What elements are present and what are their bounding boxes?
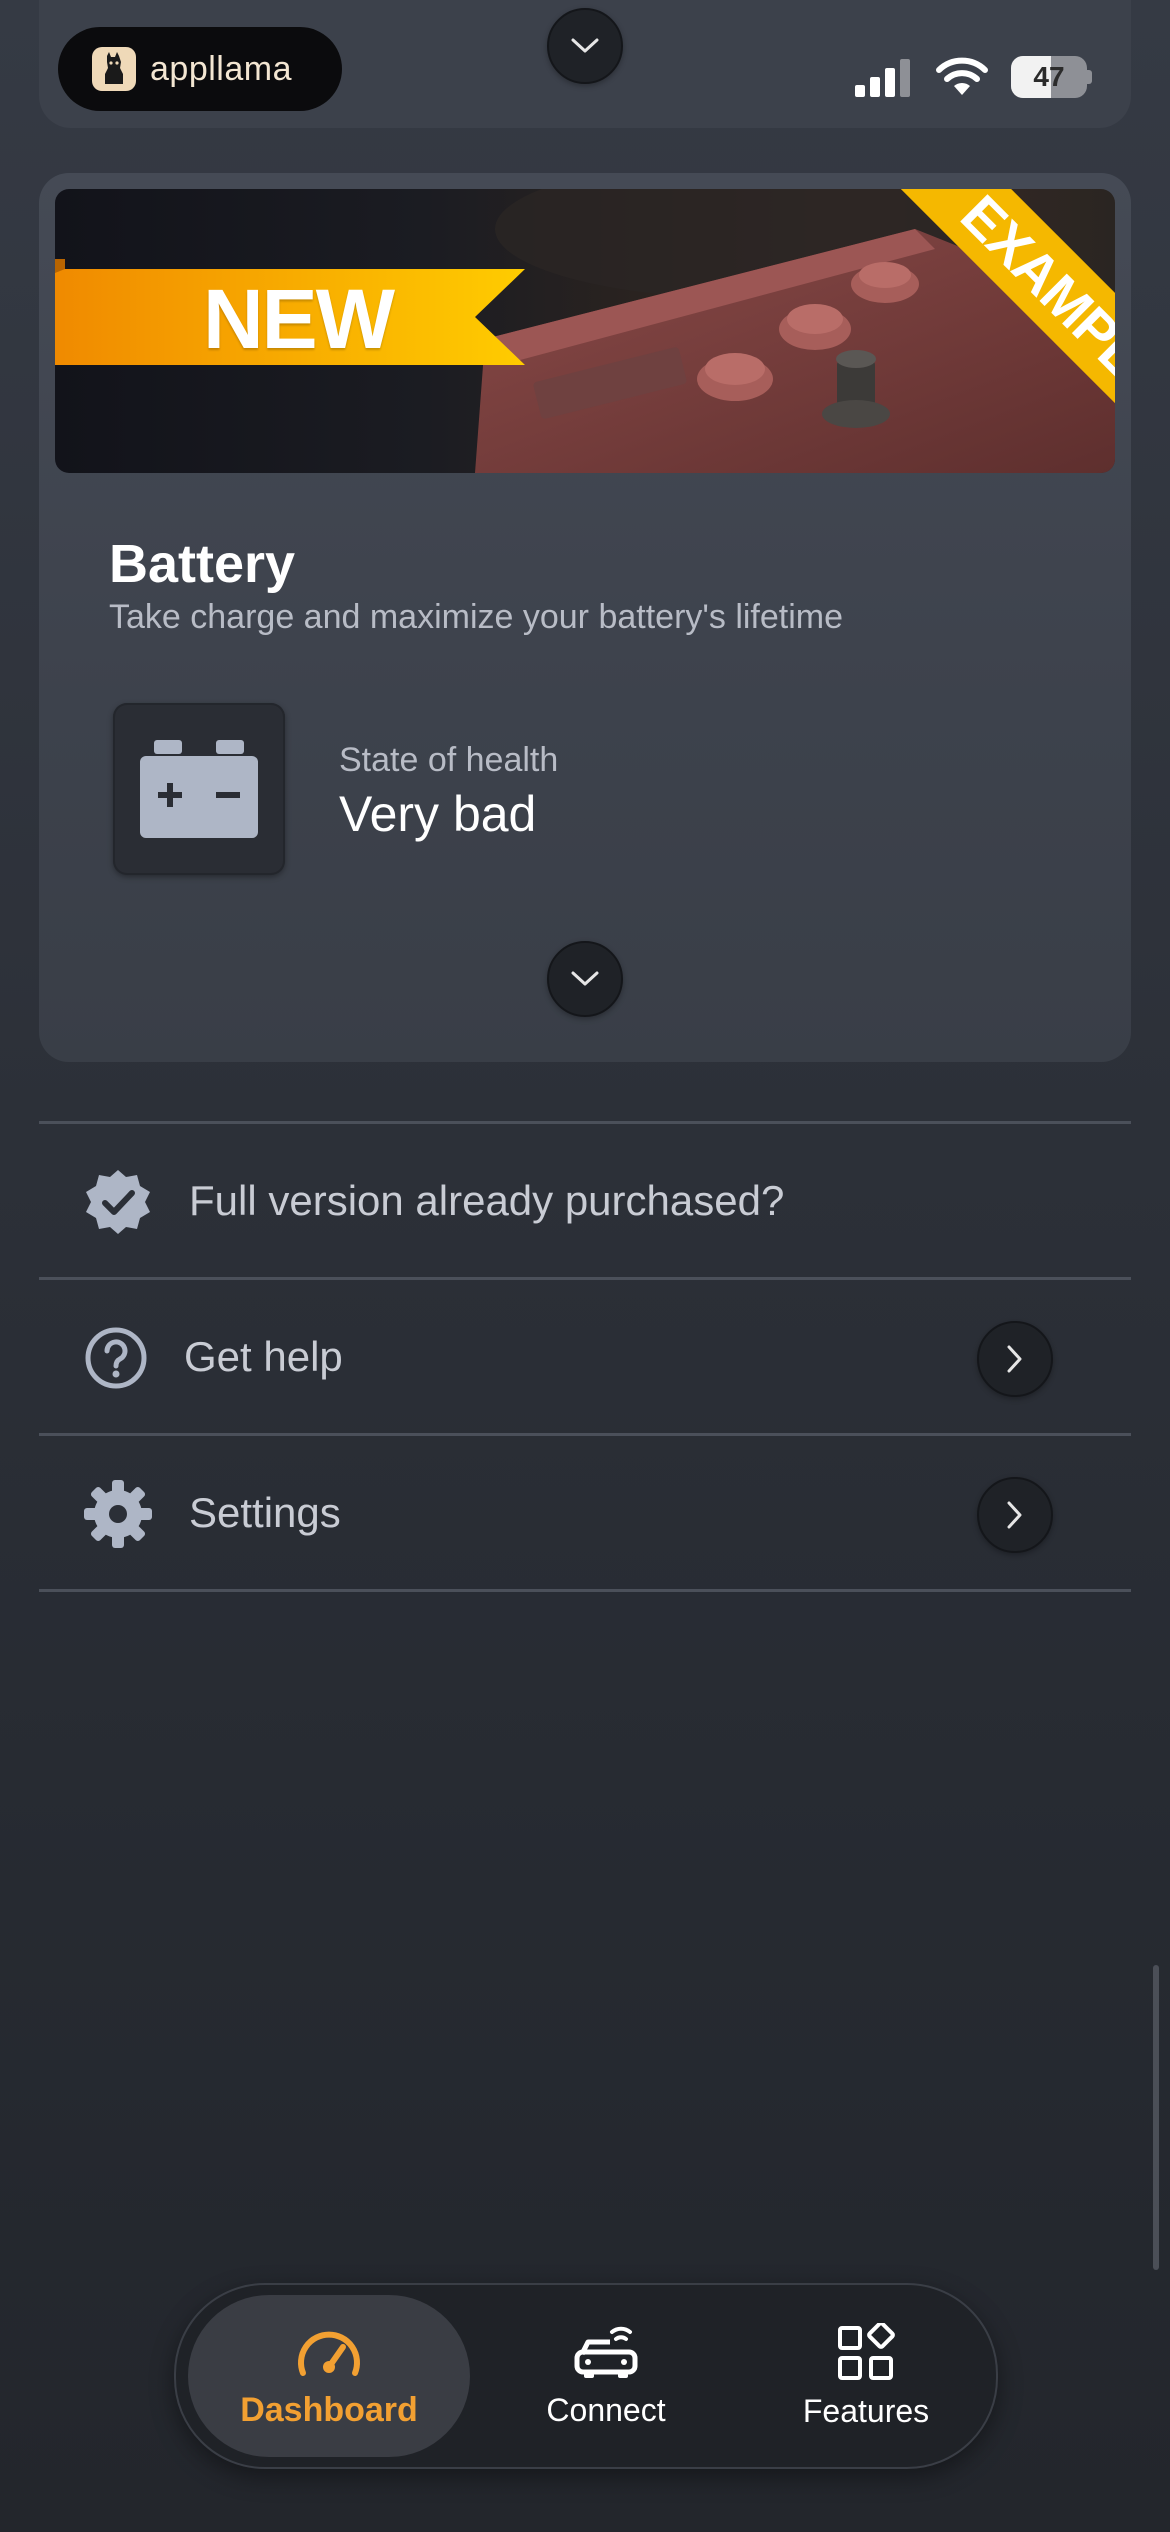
chevron-down-icon: [571, 38, 599, 53]
card-subtitle: Take charge and maximize your battery's …: [109, 598, 844, 636]
tab-dashboard[interactable]: Dashboard: [188, 2295, 470, 2457]
gear-icon: [83, 1479, 153, 1549]
tab-label: Connect: [546, 2391, 666, 2428]
list-item-settings[interactable]: Settings: [39, 1437, 1131, 1589]
settings-chevron-button[interactable]: [977, 1477, 1053, 1553]
list-item-label: Settings: [189, 1489, 341, 1536]
verified-badge-icon: [83, 1167, 153, 1237]
battery-percentage: 47: [1033, 61, 1065, 92]
divider: [39, 1121, 1131, 1124]
tab-label: Dashboard: [240, 2390, 418, 2429]
list-item-label: Get help: [184, 1333, 343, 1380]
tab-connect[interactable]: Connect: [496, 2295, 716, 2457]
list-item-full-version-purchased[interactable]: Full version already purchased?: [39, 1125, 1131, 1277]
chevron-right-icon: [1007, 1501, 1022, 1529]
collapse-previous-button[interactable]: [547, 8, 623, 84]
divider: [39, 1277, 1131, 1280]
tab-features[interactable]: Features: [756, 2295, 976, 2457]
state-of-health-label: State of health: [339, 741, 559, 779]
list-item-get-help[interactable]: Get help: [39, 1281, 1131, 1433]
card-title: Battery: [109, 534, 296, 594]
tab-label: Features: [802, 2392, 930, 2429]
help-circle-icon: [81, 1323, 151, 1393]
new-label: NEW: [203, 272, 395, 366]
scrollbar[interactable]: [1153, 1965, 1159, 2270]
battery-icon-tile: [113, 703, 285, 875]
divider: [39, 1433, 1131, 1436]
list-item-label: Full version already purchased?: [189, 1177, 785, 1224]
car-wifi-icon: [574, 2326, 638, 2378]
app-badge[interactable]: appllama: [58, 27, 342, 111]
speedometer-icon: [298, 2331, 360, 2376]
state-of-health-value: Very bad: [339, 786, 537, 842]
wifi-icon: [936, 57, 988, 95]
battery-status-icon: 47: [1011, 56, 1092, 98]
get-help-chevron-button[interactable]: [977, 1321, 1053, 1397]
battery-card[interactable]: NEW EXAMPLE Battery Take charge and maxi…: [39, 173, 1131, 1062]
chevron-right-icon: [1007, 1345, 1022, 1373]
bottom-tab-bar: Dashboard Connect Features: [174, 2283, 998, 2469]
expand-battery-button[interactable]: [547, 941, 623, 1017]
divider: [39, 1589, 1131, 1592]
app-badge-name: appllama: [150, 49, 292, 88]
chevron-down-icon: [571, 971, 599, 986]
car-battery-icon: [140, 740, 258, 838]
status-bar-icons: 47: [855, 52, 1092, 102]
llama-logo-icon: [92, 47, 136, 91]
grid-shapes-icon: [838, 2322, 895, 2380]
battery-banner-image: NEW EXAMPLE: [55, 189, 1115, 473]
cellular-signal-icon: [855, 59, 910, 97]
